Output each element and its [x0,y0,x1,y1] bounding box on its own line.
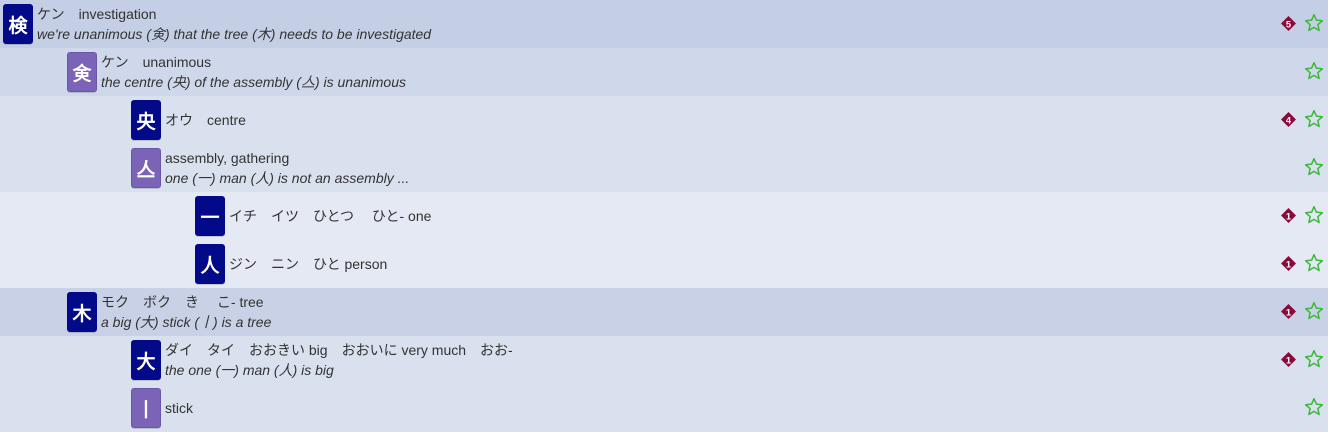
kanji-tile[interactable]: 一 [195,196,225,236]
reading: オウ [165,112,193,128]
frequency-badge-icon: 4 [1281,112,1296,127]
entry-text: ケン investigation we're unanimous (㑒) that… [37,4,431,44]
entry-text: ジン ニン ひと person [229,256,388,272]
mnemonic: a big (大) stick (丨) is a tree [101,314,272,330]
part-tile[interactable]: 亼 [131,148,161,188]
star-icon[interactable] [1304,109,1324,129]
svg-text:1: 1 [1286,211,1291,221]
star-icon[interactable] [1304,253,1324,273]
mnemonic: the one (一) man (人) is big [165,362,334,378]
entry-text: ケン unanimous the centre (央) of the assemb… [101,52,406,92]
entry-text: stick [165,400,193,416]
mnemonic: one (一) man (人) is not an assembly ... [165,170,410,186]
meaning: investigation [78,6,157,22]
star-icon[interactable] [1304,61,1324,81]
tree-row[interactable]: 検 ケン investigation we're unanimous (㑒) th… [0,0,1328,48]
svg-text:1: 1 [1286,355,1291,365]
kanji-tile[interactable]: 検 [3,4,33,44]
kanji-tile[interactable]: 人 [195,244,225,284]
frequency-badge-icon: 5 [1281,16,1296,31]
tree-row[interactable]: 丨 stick [0,384,1328,432]
tree-row[interactable]: 大 ダイ タイ おおきい big おおいに very much おお- the … [0,336,1328,384]
readings: ダイ タイ おおきい big おおいに very much おお- [165,342,513,358]
mnemonic: the centre (央) of the assembly (亼) is un… [101,74,407,90]
tree-row[interactable]: 亼 assembly, gathering one (一) man (人) is… [0,144,1328,192]
tree-row[interactable]: 央 オウ centre 4 [0,96,1328,144]
svg-text:5: 5 [1286,19,1291,29]
tree-row[interactable]: 木 モク ボク き こ- tree a big (大) stick (丨) is… [0,288,1328,336]
tree-row[interactable]: 㑒 ケン unanimous the centre (央) of the asse… [0,48,1328,96]
star-icon[interactable] [1304,205,1324,225]
entry-text: assembly, gathering one (一) man (人) is n… [165,148,409,188]
frequency-badge-icon: 1 [1281,208,1296,223]
meaning: assembly, gathering [165,150,290,166]
svg-text:4: 4 [1286,115,1292,125]
part-tile[interactable]: 丨 [131,388,161,428]
part-tile[interactable]: 㑒 [67,52,97,92]
star-icon[interactable] [1304,13,1324,33]
reading: ケン [101,54,129,70]
frequency-badge-icon: 1 [1281,304,1296,319]
meaning: centre [207,112,246,128]
entry-text: ダイ タイ おおきい big おおいに very much おお- the on… [165,340,513,380]
frequency-badge-icon: 1 [1281,352,1296,367]
star-icon[interactable] [1304,157,1324,177]
mnemonic: we're unanimous (㑒) that the tree (木) ne… [37,26,432,42]
kanji-tile[interactable]: 央 [131,100,161,140]
star-icon[interactable] [1304,301,1324,321]
frequency-badge-icon: 1 [1281,256,1296,271]
svg-text:1: 1 [1286,259,1291,269]
svg-text:1: 1 [1286,307,1291,317]
kanji-tile[interactable]: 大 [131,340,161,380]
entry-text: イチ イツ ひとつ ひと- one [229,208,432,224]
reading: ケン [37,6,65,22]
kanji-tile[interactable]: 木 [67,292,97,332]
tree-row[interactable]: 人 ジン ニン ひと person 1 [0,240,1328,288]
meaning: unanimous [142,54,212,70]
tree-row[interactable]: 一 イチ イツ ひとつ ひと- one 1 [0,192,1328,240]
star-icon[interactable] [1304,397,1324,417]
readings: モク ボク き こ- tree [101,294,264,310]
entry-text: モク ボク き こ- tree a big (大) stick (丨) is a… [101,292,271,332]
star-icon[interactable] [1304,349,1324,369]
entry-text: オウ centre [165,110,246,130]
